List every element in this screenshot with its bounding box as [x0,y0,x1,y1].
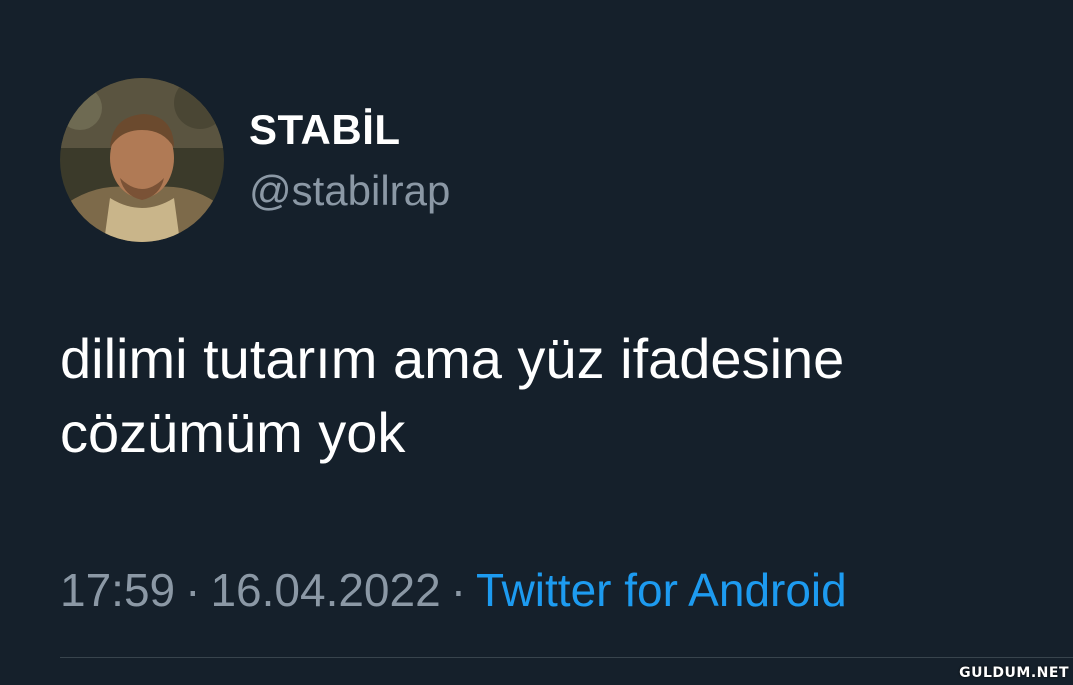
tweet-text-line: cözümüm yok [60,401,406,464]
avatar[interactable] [60,78,224,242]
tweet-text-line: dilimi tutarım ama yüz ifadesine [60,327,845,390]
meta-separator: · [450,564,467,616]
meta-separator: · [185,564,201,616]
tweet-source-link[interactable]: Twitter for Android [476,564,847,616]
tweet-text: dilimi tutarım ama yüz ifadesine cözümüm… [60,322,1040,470]
watermark: GULDUM.NET [959,665,1069,681]
author-display-name[interactable]: STABİL [249,104,401,156]
tweet-card: STABİL @stabilrap dilimi tutarım ama yüz… [0,0,1073,685]
divider [60,657,1073,658]
avatar-photo [60,78,224,242]
tweet-time[interactable]: 17:59 [60,564,175,616]
tweet-meta: 17:59 · 16.04.2022 · Twitter for Android [60,562,847,618]
author-handle[interactable]: @stabilrap [249,165,450,217]
tweet-date[interactable]: 16.04.2022 [210,564,440,616]
